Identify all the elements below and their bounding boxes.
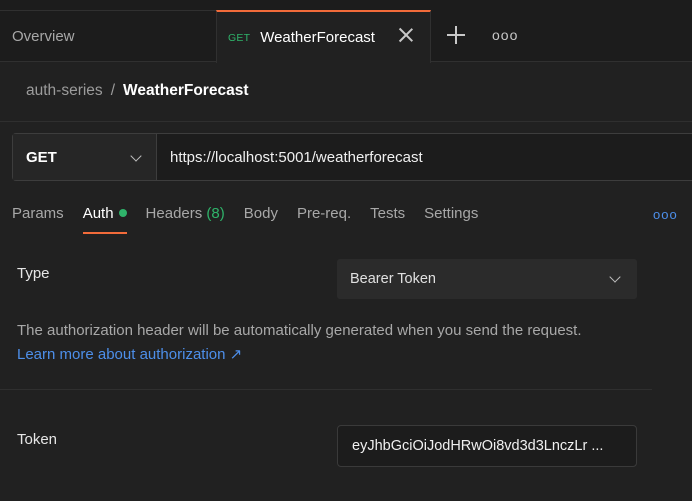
- tab-headers-label: Headers: [145, 205, 203, 222]
- tab-settings[interactable]: Settings: [424, 205, 478, 235]
- close-icon[interactable]: [397, 26, 415, 44]
- auth-description: The authorization header will be automat…: [17, 322, 582, 339]
- headers-count: (8): [206, 205, 225, 222]
- auth-type-select[interactable]: Bearer Token: [337, 259, 637, 299]
- divider: [0, 121, 692, 122]
- tab-body[interactable]: Body: [244, 205, 278, 235]
- auth-type-value: Bearer Token: [350, 271, 436, 287]
- tab-auth[interactable]: Auth: [82, 205, 127, 235]
- tab-headers[interactable]: Headers (8): [146, 205, 225, 235]
- tab-auth-label: Auth: [82, 205, 114, 222]
- tab-overview-label: Overview: [12, 28, 75, 45]
- tab-body-label: Body: [243, 205, 278, 222]
- tab-params[interactable]: Params: [12, 205, 64, 235]
- tab-params-label: Params: [12, 205, 64, 222]
- url-input[interactable]: https://localhost:5001/weatherforecast: [157, 134, 692, 180]
- request-tabs: Params Auth Headers (8) Body Pre-req. Te…: [12, 205, 497, 235]
- tab-pre-request[interactable]: Pre-req.: [297, 205, 351, 235]
- divider: [0, 389, 652, 390]
- url-bar: GET https://localhost:5001/weatherforeca…: [12, 133, 692, 181]
- auth-active-indicator: [118, 209, 127, 217]
- chevron-down-icon: [130, 150, 142, 162]
- tab-tests-label: Tests: [370, 205, 406, 222]
- tab-tests[interactable]: Tests: [370, 205, 405, 235]
- breadcrumb-request-name[interactable]: WeatherForecast: [123, 82, 248, 100]
- learn-more-link[interactable]: Learn more about authorization ↗: [17, 345, 242, 363]
- auth-type-label: Type: [17, 265, 50, 282]
- tab-overview[interactable]: Overview: [0, 10, 216, 62]
- breadcrumb-separator: /: [110, 82, 115, 99]
- tab-bar: Overview GET WeatherForecast ooo: [0, 0, 692, 63]
- ellipsis-icon[interactable]: ooo: [492, 26, 518, 44]
- active-tab-underline: [82, 232, 127, 234]
- tab-title: WeatherForecast: [260, 29, 375, 46]
- tab-weatherforecast[interactable]: GET WeatherForecast: [216, 10, 431, 63]
- breadcrumb-collection[interactable]: auth-series: [26, 82, 103, 100]
- ellipsis-icon[interactable]: ooo: [653, 207, 678, 222]
- breadcrumb: auth-series / WeatherForecast: [26, 82, 248, 100]
- token-input[interactable]: eyJhbGciOiJodHRwOi8vd3d3LnczLr ...: [337, 425, 637, 467]
- tab-pre-request-label: Pre-req.: [296, 205, 352, 222]
- method-select[interactable]: GET: [13, 134, 157, 180]
- tab-method-badge: GET: [228, 31, 251, 44]
- method-label: GET: [26, 148, 57, 166]
- token-label: Token: [17, 431, 58, 448]
- tab-settings-label: Settings: [424, 205, 479, 222]
- chevron-down-icon: [609, 271, 621, 283]
- plus-icon[interactable]: [447, 26, 465, 44]
